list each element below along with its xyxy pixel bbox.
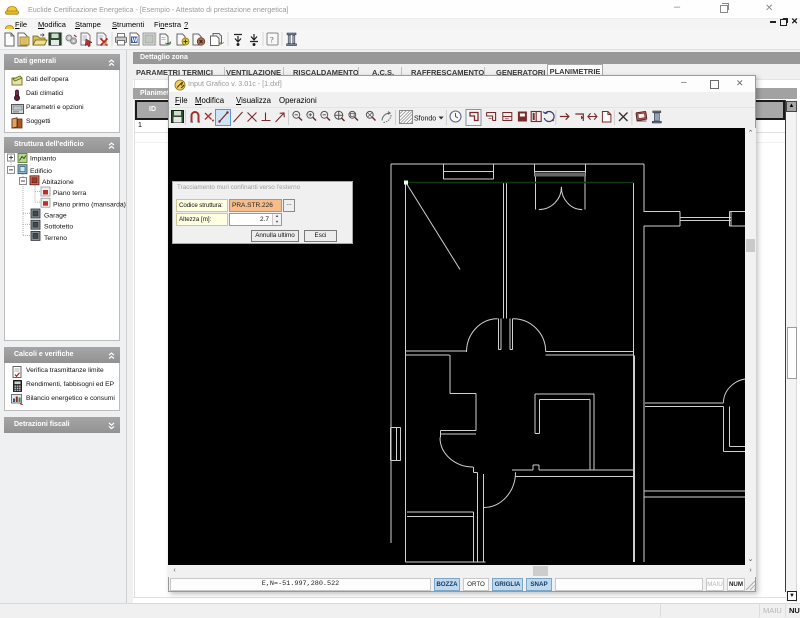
svg-text:Abitazione: Abitazione	[42, 179, 74, 186]
svg-text:Piano primo (mansarda): Piano primo (mansarda)	[53, 201, 126, 208]
svg-text:Edificio: Edificio	[30, 168, 52, 175]
svg-text:?: ?	[270, 35, 274, 45]
svg-text:Sottotetto: Sottotetto	[44, 224, 73, 231]
svg-text:Piano terra: Piano terra	[53, 190, 86, 197]
svg-text:Impianto: Impianto	[30, 156, 56, 163]
svg-text:Sfondo: Sfondo	[414, 116, 436, 123]
svg-text:Garage: Garage	[44, 213, 67, 220]
svg-text:Terreno: Terreno	[44, 235, 67, 242]
svg-text:W: W	[132, 38, 138, 44]
